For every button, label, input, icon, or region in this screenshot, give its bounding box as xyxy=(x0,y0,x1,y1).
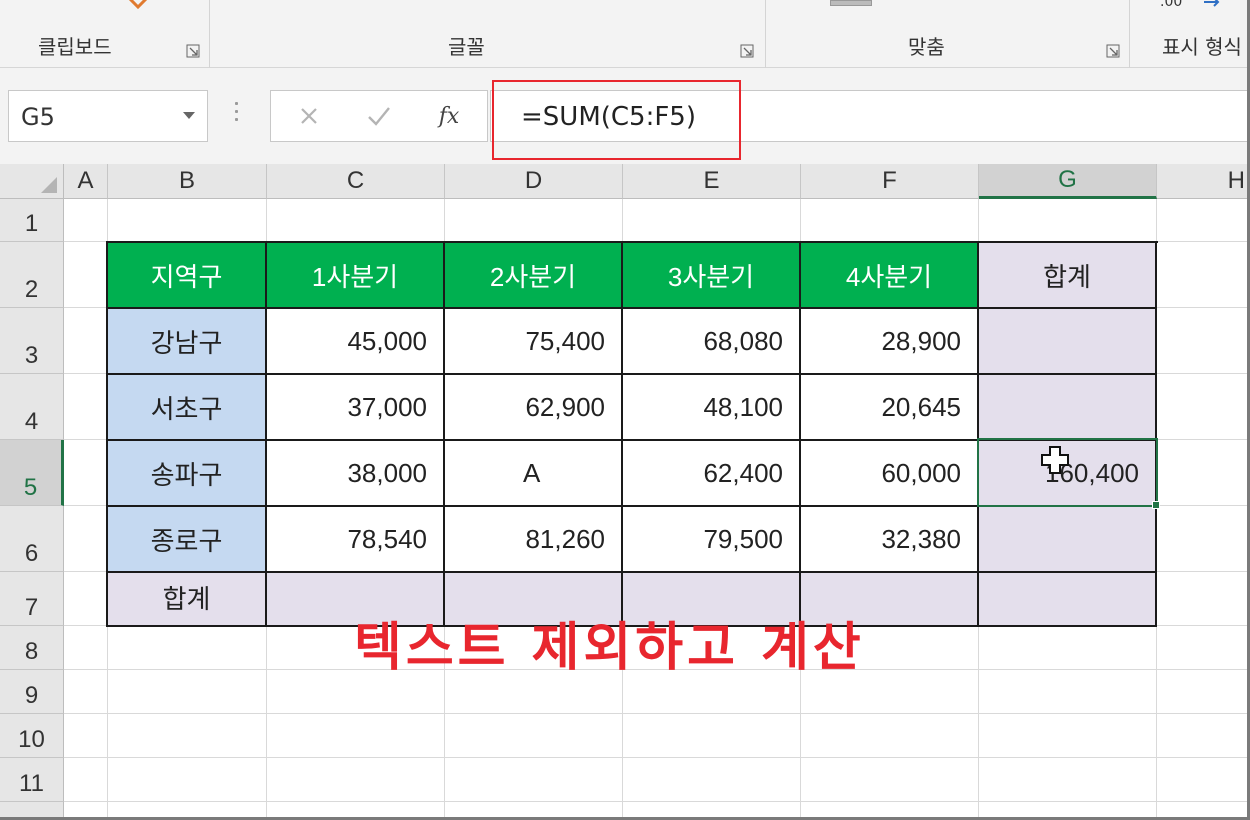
region-cell[interactable]: 종로구 xyxy=(108,507,267,573)
annotation-text: 텍스트 제외하고 계산 xyxy=(354,618,865,678)
ribbon-label-font: 글꼴 xyxy=(448,35,485,59)
row-header-6[interactable]: 6 xyxy=(0,506,64,572)
worksheet-grid: A B C D E F G H 1 2 3 4 5 6 7 8 9 10 11 … xyxy=(0,164,1250,820)
chevron-down-icon[interactable] xyxy=(183,112,195,119)
ribbon-group-font: 글꼴 xyxy=(210,0,766,68)
total-cell[interactable] xyxy=(979,375,1157,441)
ribbon-group-number: .00 표시 형식 xyxy=(1130,0,1250,68)
drag-handle-icon[interactable] xyxy=(233,102,239,130)
fx-label: fx xyxy=(438,103,460,129)
total-cell[interactable] xyxy=(979,507,1157,573)
value-cell[interactable]: 20,645 xyxy=(801,375,979,441)
header-q1[interactable]: 1사분기 xyxy=(267,243,445,309)
header-q3[interactable]: 3사분기 xyxy=(623,243,801,309)
header-q4[interactable]: 4사분기 xyxy=(801,243,979,309)
value-cell[interactable]: 28,900 xyxy=(801,309,979,375)
row-header-3[interactable]: 3 xyxy=(0,308,64,374)
decrease-decimal-icon[interactable] xyxy=(1202,0,1226,7)
row-header-8[interactable]: 8 xyxy=(0,626,64,670)
row-header-4[interactable]: 4 xyxy=(0,374,64,440)
ribbon-group-clipboard: 클립보드 xyxy=(0,0,210,68)
cancel-icon[interactable] xyxy=(293,101,325,131)
value-cell[interactable]: 60,000 xyxy=(801,441,979,507)
cell-area[interactable]: 지역구 1사분기 2사분기 3사분기 4사분기 합계 강남구 45,000 75… xyxy=(64,199,1250,820)
value-cell[interactable]: 79,500 xyxy=(623,507,801,573)
font-launcher-icon[interactable] xyxy=(740,44,754,58)
data-table: 지역구 1사분기 2사분기 3사분기 4사분기 합계 강남구 45,000 75… xyxy=(106,241,1158,627)
value-cell[interactable]: 62,900 xyxy=(445,375,623,441)
column-header-g[interactable]: G xyxy=(979,164,1157,199)
region-cell[interactable]: 송파구 xyxy=(108,441,267,507)
value-cell[interactable]: 37,000 xyxy=(267,375,445,441)
fill-handle[interactable] xyxy=(1152,501,1160,509)
cell-select-cursor-icon xyxy=(1040,445,1070,475)
value-cell[interactable]: 81,260 xyxy=(445,507,623,573)
insert-function-button[interactable]: fx xyxy=(433,101,465,131)
value-cell[interactable]: 62,400 xyxy=(623,441,801,507)
ribbon-label-alignment: 맞춤 xyxy=(908,35,945,59)
formula-highlight-box xyxy=(492,80,741,160)
total-cell[interactable] xyxy=(979,309,1157,375)
column-header-d[interactable]: D xyxy=(445,164,623,199)
column-header-c[interactable]: C xyxy=(267,164,445,199)
value-cell[interactable]: 48,100 xyxy=(623,375,801,441)
column-header-b[interactable]: B xyxy=(108,164,267,199)
row-header-1[interactable]: 1 xyxy=(0,199,64,242)
row-header-9[interactable]: 9 xyxy=(0,670,64,714)
column-header-e[interactable]: E xyxy=(623,164,801,199)
clipboard-launcher-icon[interactable] xyxy=(186,44,200,58)
formula-buttons: fx xyxy=(270,90,488,142)
value-cell[interactable]: 32,380 xyxy=(801,507,979,573)
select-all-icon xyxy=(41,177,57,193)
alignment-control[interactable] xyxy=(830,0,872,6)
value-cell[interactable]: 38,000 xyxy=(267,441,445,507)
select-all-button[interactable] xyxy=(0,164,64,199)
paste-icon[interactable] xyxy=(128,0,148,10)
row-header-2[interactable]: 2 xyxy=(0,242,64,308)
ribbon-label-clipboard: 클립보드 xyxy=(38,35,112,59)
name-box[interactable]: G5 xyxy=(8,90,208,142)
region-cell[interactable]: 강남구 xyxy=(108,309,267,375)
value-cell[interactable]: 45,000 xyxy=(267,309,445,375)
row-header-11[interactable]: 11 xyxy=(0,758,64,802)
name-box-value[interactable]: G5 xyxy=(21,103,55,131)
column-header-h[interactable]: H xyxy=(1157,164,1250,199)
text-value-cell[interactable]: A xyxy=(445,441,623,507)
header-total[interactable]: 합계 xyxy=(979,243,1157,309)
row-header-10[interactable]: 10 xyxy=(0,714,64,758)
decimal-format-label[interactable]: .00 xyxy=(1160,0,1182,10)
value-cell[interactable]: 68,080 xyxy=(623,309,801,375)
ribbon-group-alignment: 맞춤 xyxy=(766,0,1130,68)
ribbon: 클립보드 글꼴 맞춤 .00 표시 형식 xyxy=(0,0,1250,68)
row-header-5[interactable]: 5 xyxy=(0,440,64,506)
header-q2[interactable]: 2사분기 xyxy=(445,243,623,309)
enter-check-icon[interactable] xyxy=(363,101,395,131)
region-cell[interactable]: 서초구 xyxy=(108,375,267,441)
row-header-7[interactable]: 7 xyxy=(0,572,64,626)
header-region[interactable]: 지역구 xyxy=(108,243,267,309)
value-cell[interactable]: 78,540 xyxy=(267,507,445,573)
column-header-f[interactable]: F xyxy=(801,164,979,199)
value-cell[interactable]: 75,400 xyxy=(445,309,623,375)
ribbon-label-number: 표시 형식 xyxy=(1162,35,1242,59)
total-row-label[interactable]: 합계 xyxy=(108,573,267,627)
total-row-cell[interactable] xyxy=(979,573,1157,627)
alignment-launcher-icon[interactable] xyxy=(1106,44,1120,58)
column-header-a[interactable]: A xyxy=(64,164,108,199)
